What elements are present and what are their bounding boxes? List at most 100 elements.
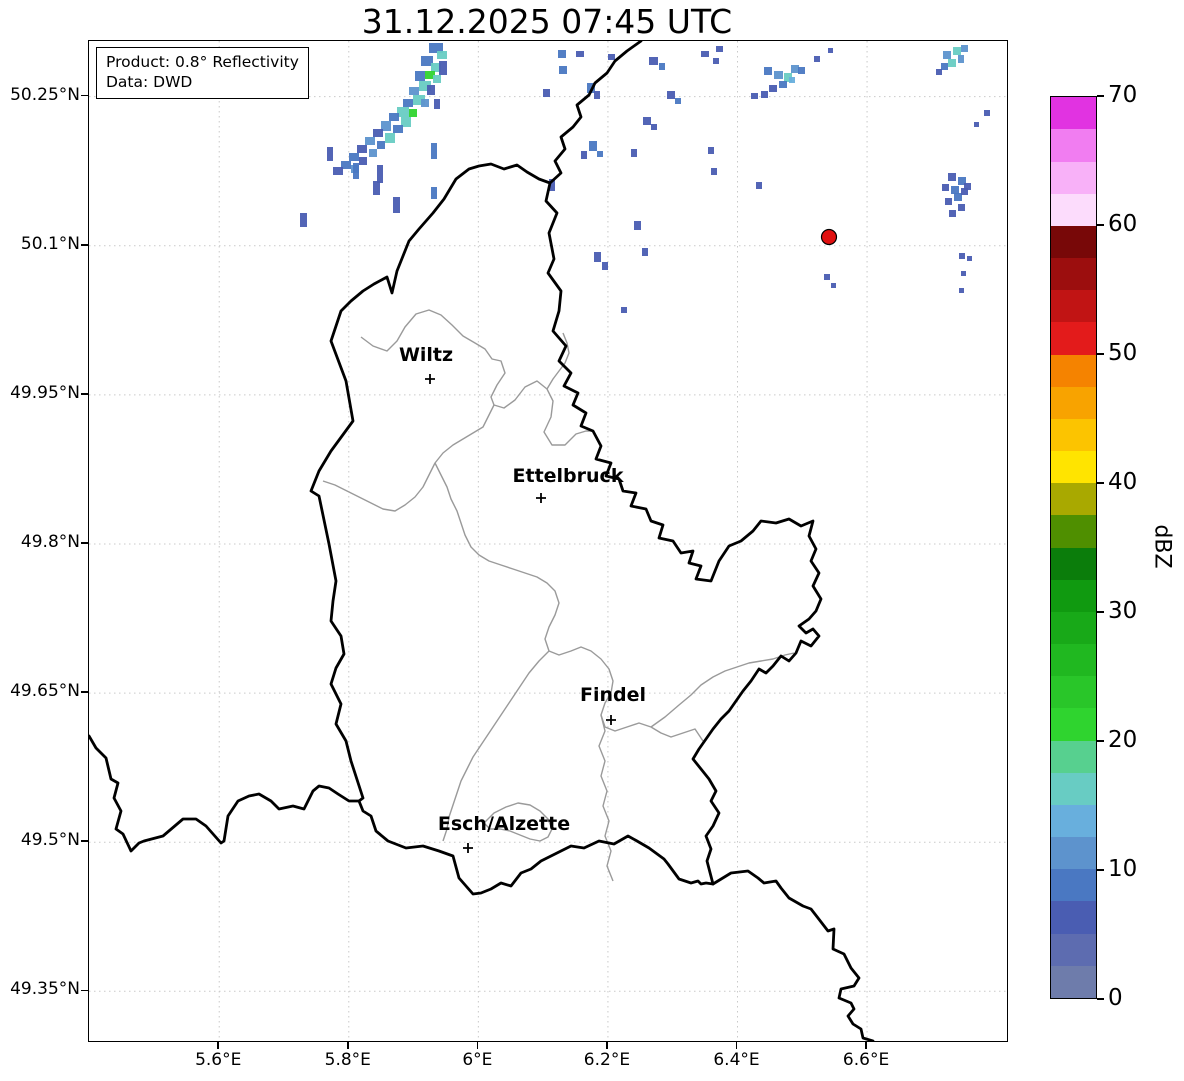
radar-echo-cell (949, 210, 956, 217)
radar-echo-cell (948, 59, 956, 67)
country-border (548, 41, 643, 185)
colorbar-tick-mark (1097, 482, 1104, 484)
colorbar-segment (1051, 515, 1096, 548)
lon-tick-label: 6°E (462, 1050, 493, 1070)
lat-tick-mark (81, 244, 88, 246)
colorbar-tick-mark (1097, 740, 1104, 742)
radar-echo-cell (333, 167, 343, 175)
radar-echo-cell (431, 143, 437, 159)
radar-echo-cell (943, 51, 951, 59)
radar-echo-cell (958, 204, 965, 211)
lat-tick-label: 49.5°N (20, 830, 80, 851)
radar-echo-cell (951, 186, 959, 194)
colorbar-segment (1051, 837, 1096, 870)
radar-echo-cell (589, 141, 597, 151)
lon-tick-mark (217, 1042, 219, 1049)
radar-echo-cell (716, 46, 723, 52)
colorbar-tick-mark (1097, 353, 1104, 355)
radar-echo-cell (974, 122, 979, 127)
radar-echo-cell (634, 221, 641, 230)
colorbar-tick-mark (1097, 998, 1104, 1000)
radar-echo-cell (385, 133, 395, 143)
colorbar-segment (1051, 901, 1096, 934)
radar-echo-cell (774, 71, 783, 79)
radar-echo-cell (961, 45, 968, 52)
radar-echo-cell (434, 99, 440, 109)
colorbar-segment (1051, 708, 1096, 741)
lat-tick-mark (81, 691, 88, 693)
radar-echo-cell (594, 91, 600, 99)
colorbar-segment (1051, 193, 1096, 226)
radar-echo-cell (789, 77, 795, 83)
city-label: Wiltz (399, 344, 453, 366)
lon-tick-label: 6.2°E (583, 1050, 631, 1070)
colorbar-segment (1051, 290, 1096, 323)
data-source-label: Data: DWD (106, 73, 193, 92)
radar-echo-cell (409, 87, 419, 95)
colorbar-segment (1051, 451, 1096, 484)
product-info-box: Product: 0.8° Reflectivity Data: DWD (96, 47, 309, 99)
radar-echo-cell (769, 85, 777, 92)
radar-echo-cell (389, 113, 399, 121)
city-marker (463, 843, 473, 853)
radar-echo-cell (764, 67, 772, 75)
dbz-colorbar (1050, 96, 1097, 999)
colorbar-segment (1051, 258, 1096, 291)
colorbar-segment (1051, 225, 1096, 259)
radar-echo-cell (761, 91, 768, 98)
radar-echo-cell (365, 137, 375, 145)
radar-echo-cell (353, 163, 359, 179)
radar-echo-cell (608, 54, 615, 60)
colorbar-segment (1051, 547, 1096, 580)
city-label: Ettelbruck (513, 465, 624, 487)
radar-echo-cell (597, 151, 603, 157)
radar-echo-cell (828, 48, 833, 53)
radar-echo-cell (831, 283, 836, 288)
colorbar-segment (1051, 772, 1096, 805)
colorbar-tick-label: 70 (1108, 82, 1138, 108)
colorbar-segment (1051, 740, 1096, 773)
radar-echo-cell (954, 193, 962, 201)
radar-echo-cell (675, 98, 681, 104)
radar-echo-cell (300, 213, 307, 227)
colorbar-segment (1051, 611, 1096, 645)
radar-echo-cell (945, 198, 952, 205)
colorbar-segment (1051, 354, 1096, 387)
lon-tick-label: 5.8°E (324, 1050, 371, 1070)
city-marker (536, 493, 546, 503)
lat-tick-label: 49.95°N (10, 382, 80, 403)
radar-echo-cell (439, 61, 447, 75)
city-label: Esch/Alzette (438, 813, 570, 835)
colorbar-segment (1051, 676, 1096, 709)
radar-echo-cell (649, 57, 658, 65)
radar-echo-cell (558, 50, 566, 58)
radar-echo-cell (791, 65, 799, 73)
lon-tick-label: 6.6°E (842, 1050, 890, 1070)
colorbar-segment (1051, 161, 1096, 194)
luxembourg-border (309, 162, 823, 896)
radar-map-screenshot: 31.12.2025 07:45 UTC Wiltz Ettelbruck Find… (0, 0, 1184, 1081)
radar-echo-cell (377, 165, 383, 183)
radar-echo-cell (369, 149, 377, 157)
radar-echo-cell (751, 93, 758, 99)
radar-echo-cell (642, 248, 648, 256)
radar-echo-cell (421, 99, 429, 107)
city-label: Findel (580, 684, 646, 706)
radar-echo-cell (415, 71, 425, 81)
lat-tick-mark (81, 989, 88, 992)
radar-echo-cell (393, 125, 403, 133)
lon-tick-mark (476, 1042, 479, 1049)
lat-tick-mark (81, 94, 88, 97)
map-svg: Wiltz Ettelbruck Findel Esch/Alzette (89, 41, 1007, 1041)
radar-echo-cell (621, 307, 627, 313)
radar-echo-cell (756, 182, 762, 189)
radar-echo-cell (359, 157, 367, 165)
colorbar-tick-mark (1097, 95, 1104, 97)
colorbar-axis-label: dBZ (1149, 523, 1175, 569)
radar-echo-cell (433, 75, 441, 83)
radar-echo-cell (953, 47, 961, 55)
radar-echo-cell (967, 256, 972, 261)
country-border (89, 734, 361, 853)
radar-echo-cell (377, 141, 385, 149)
lat-tick-mark (81, 393, 88, 395)
